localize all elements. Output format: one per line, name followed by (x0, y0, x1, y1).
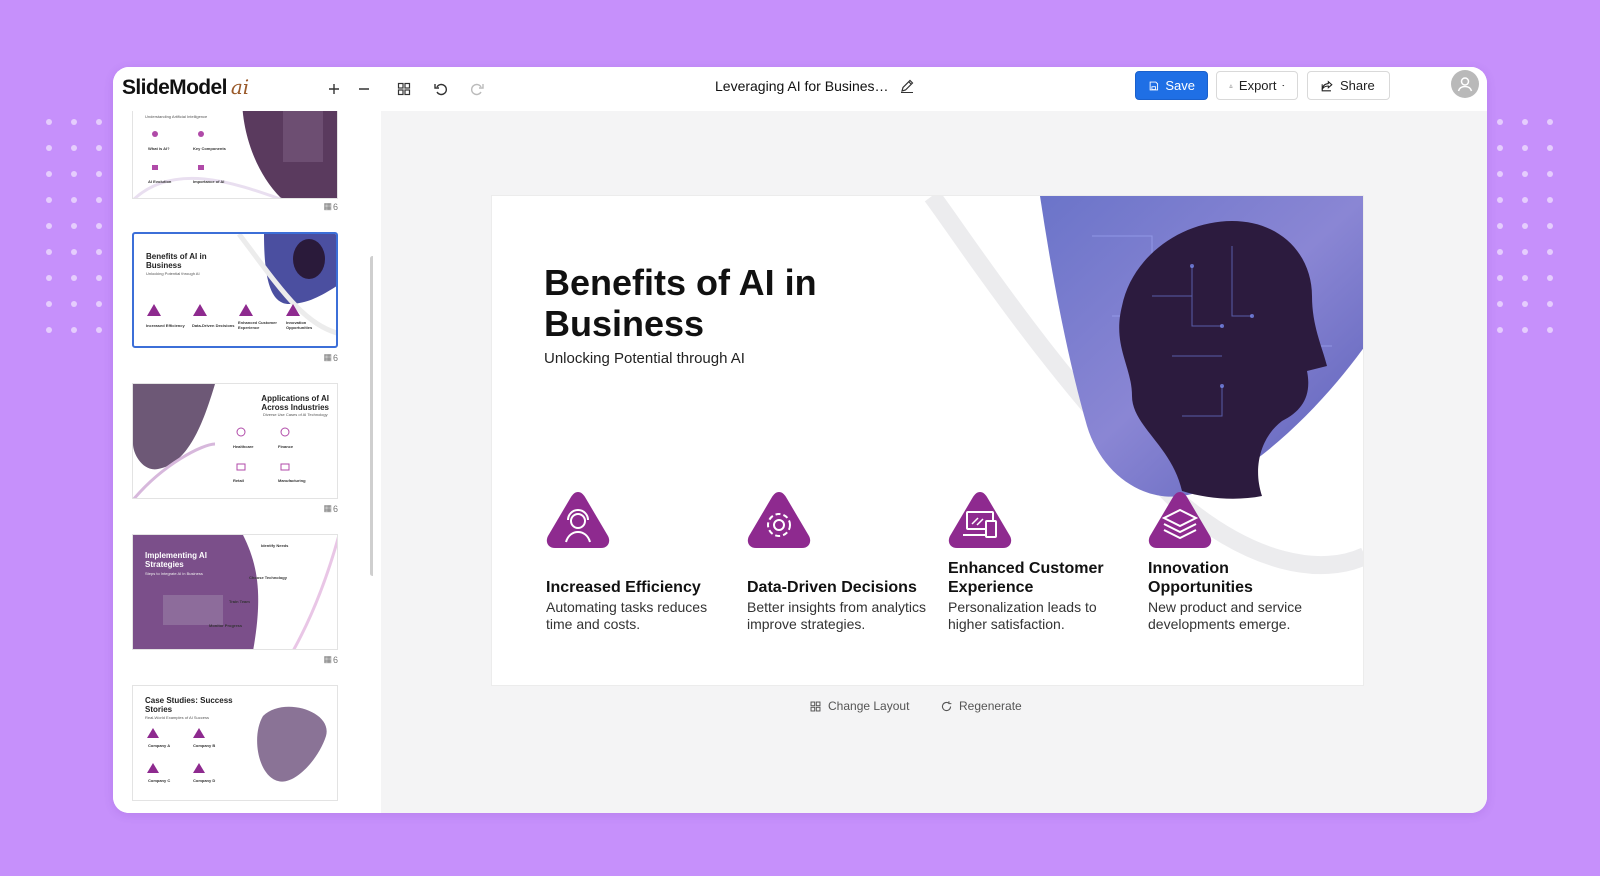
thumbnail-4-item: Train Team (229, 599, 250, 604)
top-toolbar: SlideModel ai Leveraging AI for Busines…… (113, 67, 1487, 111)
slide-title[interactable]: Benefits of AI in Business (544, 262, 884, 344)
share-button[interactable]: Share (1307, 71, 1390, 100)
feature-name: Data-Driven Decisions (747, 579, 917, 596)
save-button[interactable]: Save (1135, 71, 1208, 100)
share-label: Share (1340, 78, 1375, 93)
redo-button[interactable] (463, 75, 491, 103)
thumbnail-2-item: Innovation Opportunities (286, 320, 313, 330)
feature-description: Automating tasks reduces time and costs. (546, 599, 708, 632)
feature-description: Personalization leads to higher satisfac… (948, 599, 1097, 632)
share-icon (1321, 79, 1333, 91)
slide-thumbnail-4[interactable]: Implementing AI Strategies Steps to Inte… (132, 534, 338, 665)
layers-icon (1148, 492, 1212, 548)
redo-icon (471, 83, 484, 96)
gear-icon (747, 492, 811, 548)
refresh-icon (941, 700, 952, 711)
grid-icon (397, 82, 411, 96)
export-button[interactable]: Export (1216, 71, 1298, 100)
logo-ai-suffix: ai (230, 75, 250, 99)
thumbnail-1-subtitle: Understanding Artificial Intelligence (145, 114, 208, 119)
plus-icon (329, 84, 339, 94)
grid-icon (810, 701, 821, 711)
thumbnail-5-item: Company B (193, 743, 216, 748)
decorative-dots-left (46, 119, 102, 333)
thumbnail-2-count: ▦ 6 (323, 352, 338, 363)
regenerate-button[interactable]: Regenerate (940, 699, 1022, 713)
slide-thumbnail-1[interactable]: Understanding Artificial Intelligence Wh… (132, 111, 338, 212)
caret-down-icon (1282, 84, 1285, 87)
regenerate-label: Regenerate (959, 699, 1022, 713)
zoom-in-button[interactable] (320, 75, 348, 103)
slide-thumbnail-2[interactable]: Benefits of AI in Business Unlocking Pot… (132, 232, 338, 363)
grid-small-icon: ▦ (323, 201, 332, 211)
thumbnail-4-item: Monitor Progress (209, 623, 243, 628)
grid-small-icon: ▦ (323, 654, 332, 664)
save-icon (1149, 81, 1159, 90)
thumbnail-4-subtitle: Steps to Integrate AI in Business (145, 571, 203, 576)
slide-thumbnail-5[interactable]: Case Studies: Success Stories Real-World… (132, 685, 338, 801)
feature-description: New product and service developments eme… (1148, 599, 1303, 632)
thumbnail-5-title: Case Studies: Success Stories (145, 696, 233, 714)
thumbnail-5-item: Company D (193, 778, 216, 783)
decorative-dots-right (1497, 119, 1553, 333)
thumbnail-3-count: ▦ 6 (323, 503, 338, 514)
download-icon (1229, 84, 1233, 88)
grid-small-icon: ▦ (323, 352, 332, 362)
thumbnail-1-item: Key Components (193, 146, 226, 151)
thumbnail-3-title: Applications of AI Across Industries (261, 394, 329, 412)
slide-canvas-area: Benefits of AI in Business Unlocking Pot… (381, 111, 1487, 813)
grid-view-button[interactable] (390, 75, 418, 103)
thumbnail-5-item: Company C (148, 778, 171, 783)
undo-button[interactable] (427, 75, 455, 103)
sidebar-scrollbar[interactable] (370, 256, 373, 576)
user-icon (1457, 77, 1473, 92)
pencil-icon[interactable] (899, 78, 915, 94)
thumbnail-3-item: Retail (233, 478, 244, 483)
thumbnail-5-item: Company A (148, 743, 171, 748)
app-window: SlideModel ai Leveraging AI for Busines…… (113, 67, 1487, 813)
document-title[interactable]: Leveraging AI for Busines… (715, 78, 915, 94)
change-layout-label: Change Layout (828, 699, 910, 713)
save-label: Save (1165, 78, 1195, 93)
logo[interactable]: SlideModel ai (122, 75, 249, 103)
feature-name: Innovation Opportunities (1148, 560, 1253, 596)
thumbnail-4-title: Implementing AI Strategies (145, 551, 207, 569)
thumbnail-3-subtitle: Diverse Use Cases of AI Technology (263, 412, 328, 417)
export-label: Export (1238, 78, 1277, 93)
grid-small-icon: ▦ (323, 503, 332, 513)
change-layout-button[interactable]: Change Layout (809, 699, 909, 713)
feature-description: Better insights from analytics improve s… (747, 599, 926, 632)
thumbnail-2-title: Benefits of AI in Business (146, 252, 207, 270)
thumbnail-1-item: AI Evolution (148, 179, 172, 184)
slide-thumbnail-3[interactable]: Applications of AI Across Industries Div… (132, 383, 338, 514)
thumbnail-2-subtitle: Unlocking Potential through AI (146, 271, 200, 276)
thumbnail-3-item: Healthcare (233, 444, 254, 449)
thumbnail-4-count: ▦ 6 (323, 654, 338, 665)
thumbnail-1-item: Importance of AI (193, 179, 225, 184)
thumbnail-4-item: Choose Technology (249, 575, 287, 580)
zoom-out-button[interactable] (350, 75, 378, 103)
thumbnail-2-item: Enhanced Customer Experience (238, 320, 277, 330)
thumbnail-1-count: ▦ 6 (323, 201, 338, 212)
thumbnail-3-item: Finance (278, 444, 294, 449)
minus-icon (359, 88, 369, 90)
thumbnail-4-item: Identify Needs (261, 543, 289, 548)
slide-preview[interactable]: Benefits of AI in Business Unlocking Pot… (491, 195, 1364, 686)
support-agent-icon (546, 492, 610, 548)
thumbnail-3-item: Manufacturing (278, 478, 306, 483)
thumbnail-5-subtitle: Real-World Examples of AI Success (145, 715, 209, 720)
slide-thumbnail-panel: Understanding Artificial Intelligence Wh… (113, 111, 373, 813)
document-title-text: Leveraging AI for Busines… (715, 78, 889, 94)
feature-name: Enhanced Customer Experience (948, 560, 1104, 596)
feature-name: Increased Efficiency (546, 579, 701, 596)
thumbnail-1-graphic (133, 111, 337, 198)
logo-brand: SlideModel (122, 76, 227, 99)
undo-icon (434, 83, 447, 96)
devices-icon (948, 492, 1012, 548)
thumbnail-2-item: Increased Efficiency (146, 323, 185, 328)
slide-subtitle[interactable]: Unlocking Potential through AI (544, 350, 745, 367)
user-avatar[interactable] (1451, 70, 1479, 98)
thumbnail-2-item: Data-Driven Decisions (192, 323, 235, 328)
thumbnail-1-item: What is AI? (148, 146, 170, 151)
